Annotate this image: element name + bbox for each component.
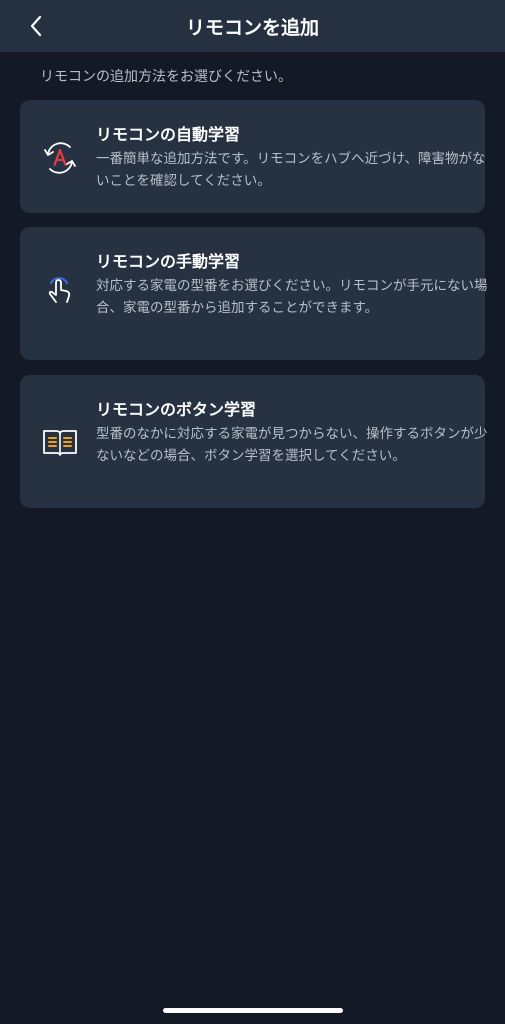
page-title: リモコンを追加 <box>185 17 319 39</box>
option-description: 型番のなかに対応する家電が見つからない、操作するボタンが少ないなどの場合、ボタン… <box>96 426 488 464</box>
book-icon <box>40 422 80 462</box>
option-manual-learn[interactable]: リモコンの手動学習 対応する家電の型番をお選びください。リモコンが手元にない場合… <box>20 227 488 360</box>
top-nav-bar: リモコンを追加 <box>0 0 505 52</box>
option-description: 一番簡単な追加方法です。リモコンをハブへ近づけ、障害物がないことを確認してくださ… <box>96 151 486 189</box>
option-auto-learn[interactable]: リモコンの自動学習 一番簡単な追加方法です。リモコンをハブへ近づけ、障害物がない… <box>20 100 485 213</box>
option-title: リモコンの手動学習 <box>96 252 241 271</box>
option-button-learn[interactable]: リモコンのボタン学習 型番のなかに対応する家電が見つからない、操作するボタンが少… <box>20 375 488 508</box>
instruction-text: リモコンの追加方法をお選びください。 <box>40 69 292 85</box>
option-title: リモコンの自動学習 <box>96 125 241 144</box>
option-title: リモコンのボタン学習 <box>96 400 257 419</box>
auto-learn-icon <box>40 138 80 178</box>
hand-touch-icon <box>40 271 80 311</box>
home-indicator[interactable] <box>163 1008 343 1013</box>
option-description: 対応する家電の型番をお選びください。リモコンが手元にない場合、家電の型番から追加… <box>96 278 488 316</box>
